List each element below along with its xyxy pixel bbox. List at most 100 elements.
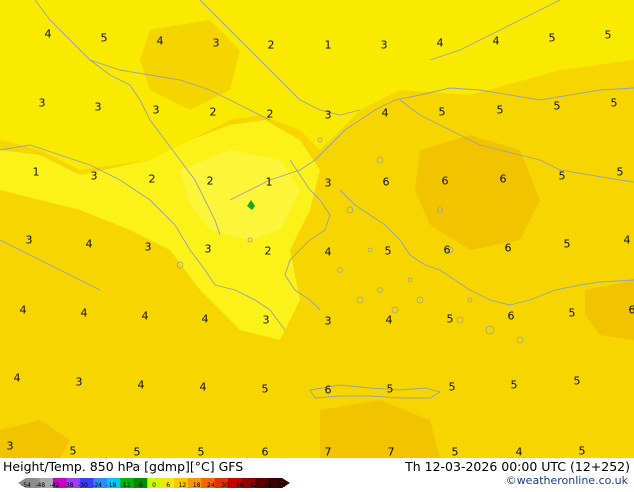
temperature-label: 4 [14, 373, 21, 384]
temperature-label: 5 [439, 107, 446, 118]
temperature-label: 2 [265, 246, 272, 257]
temperature-label: 3 [325, 178, 332, 189]
scale-tick-label: 36 [236, 483, 244, 489]
temperature-label: 5 [605, 30, 612, 41]
temperature-label: 6 [262, 447, 269, 458]
temperature-label: 5 [134, 447, 141, 458]
temperature-label: 6 [442, 176, 449, 187]
temperature-label: 5 [262, 384, 269, 395]
temperature-label: 4 [382, 108, 389, 119]
temperature-label: 4 [325, 247, 332, 258]
temperature-label: 3 [153, 105, 160, 116]
scale-tick-label: -54 [21, 483, 31, 489]
scale-tick-label: -48 [35, 483, 45, 489]
scale-tick-label: 12 [179, 483, 187, 489]
temperature-label: 4 [202, 314, 209, 325]
scale-tick-label: -18 [106, 483, 116, 489]
temperature-label: 3 [39, 98, 46, 109]
temperature-label: 1 [325, 40, 332, 51]
temperature-label: 3 [26, 235, 33, 246]
temperature-label: 6 [629, 305, 634, 316]
temperature-label: 5 [574, 376, 581, 387]
scale-tick-label: 48 [264, 483, 272, 489]
temperature-label: 4 [493, 36, 500, 47]
map-canvas [0, 0, 634, 458]
temperature-label: 4 [624, 235, 631, 246]
temperature-label: 5 [198, 447, 205, 458]
temperature-label: 3 [381, 40, 388, 51]
temperature-label: 4 [516, 447, 523, 458]
scale-tick-label: 0 [152, 483, 156, 489]
scale-tick-label: -42 [50, 483, 60, 489]
temperature-label: 3 [213, 38, 220, 49]
scale-tick-label: 54 [278, 483, 286, 489]
temperature-label: 3 [95, 102, 102, 113]
temperature-label: 3 [263, 315, 270, 326]
map-footer: Height/Temp. 850 hPa [gdmp][°C] GFS Th 1… [0, 458, 634, 490]
temperature-label: 1 [33, 167, 40, 178]
scale-tick-label: 30 [221, 483, 229, 489]
temperature-label: 7 [388, 447, 395, 458]
temperature-label: 2 [207, 176, 214, 187]
temperature-label: 3 [205, 244, 212, 255]
temperature-label: 5 [554, 101, 561, 112]
scale-tick-label: 6 [166, 483, 170, 489]
scale-tick-label: 24 [207, 483, 215, 489]
temperature-label: 6 [500, 174, 507, 185]
temperature-label: 5 [617, 167, 624, 178]
temperature-label: 4 [138, 380, 145, 391]
temperature-label: 5 [449, 382, 456, 393]
temperature-label: 4 [142, 311, 149, 322]
temperature-label: 4 [200, 382, 207, 393]
temperature-label: 5 [497, 105, 504, 116]
temperature-label: 4 [20, 305, 27, 316]
temperature-label: 4 [157, 36, 164, 47]
temperature-label: 6 [325, 385, 332, 396]
temperature-label: 5 [387, 384, 394, 395]
temperature-label: 5 [564, 239, 571, 250]
temperature-label: 6 [505, 243, 512, 254]
temperature-label: 3 [7, 441, 14, 452]
temperature-label: 1 [266, 177, 273, 188]
temperature-label: 4 [386, 315, 393, 326]
scale-tick-label: 42 [250, 483, 258, 489]
scale-tick-label: -12 [121, 483, 131, 489]
temperature-label: 3 [145, 242, 152, 253]
temperature-label: 5 [611, 98, 618, 109]
temperature-label: 5 [447, 314, 454, 325]
scale-tick-label: 18 [193, 483, 201, 489]
temperature-label: 4 [45, 29, 52, 40]
temperature-label: 5 [511, 380, 518, 391]
temperature-label: 7 [325, 447, 332, 458]
temperature-label: 5 [452, 447, 459, 458]
map-title: Height/Temp. 850 hPa [gdmp][°C] GFS [3, 459, 243, 474]
temperature-label: 4 [86, 239, 93, 250]
weather-map: 4 5 4 3 2 1 3 4 4 5 5 3 3 3 2 2 3 4 5 5 5 5 1 3 2 2 1 3 6 6 6 5 5 3 4 3 3 2 4 5… [0, 0, 634, 458]
temperature-label: 3 [325, 110, 332, 121]
site-credit-link[interactable]: ©weatheronline.co.uk [506, 474, 628, 487]
map-timestamp: Th 12-03-2026 00:00 UTC (12+252) [405, 459, 630, 474]
temperature-label: 5 [579, 446, 586, 457]
temperature-label: 3 [325, 316, 332, 327]
temperature-label: 5 [101, 33, 108, 44]
temperature-label: 4 [437, 38, 444, 49]
temperature-label: 6 [383, 177, 390, 188]
temperature-label: 3 [91, 171, 98, 182]
scale-tick-label: -24 [92, 483, 102, 489]
temperature-label: 6 [508, 311, 515, 322]
temperature-label: 4 [81, 308, 88, 319]
temperature-label: 2 [149, 174, 156, 185]
temperature-label: 5 [385, 246, 392, 257]
temperature-label: 5 [70, 446, 77, 457]
temperature-label: 5 [569, 308, 576, 319]
temperature-label: 3 [76, 377, 83, 388]
temperature-label: 5 [559, 171, 566, 182]
scale-tick-label: -30 [78, 483, 88, 489]
temperature-label: 5 [549, 33, 556, 44]
temperature-label: 2 [268, 40, 275, 51]
temperature-label: 2 [210, 107, 217, 118]
temperature-label: 6 [444, 245, 451, 256]
scale-tick-label: -6 [137, 483, 143, 489]
temperature-label: 2 [267, 109, 274, 120]
scale-tick-label: -38 [64, 483, 74, 489]
